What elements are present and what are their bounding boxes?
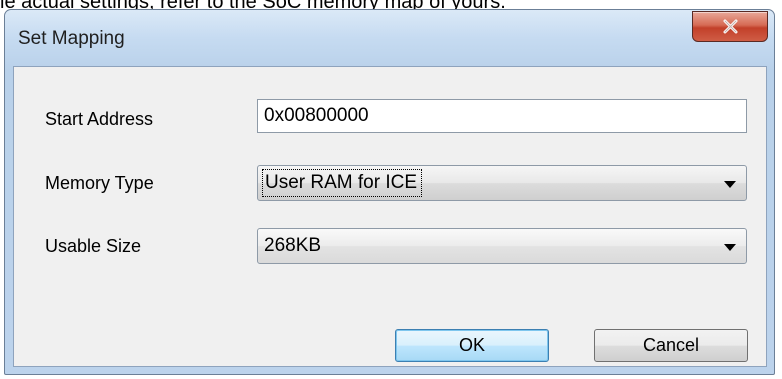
chevron-down-icon [724,181,736,188]
usable-size-value: 268KB [264,235,322,256]
memory-type-select[interactable]: User RAM for ICE [257,165,747,201]
dialog-title: Set Mapping [18,28,125,49]
ok-button[interactable]: OK [395,329,549,362]
chevron-down-icon [724,244,736,251]
start-address-value: 0x00800000 [264,105,369,126]
dialog-client-area: Start Address 0x00800000 Memory Type Use… [13,66,767,367]
start-address-input[interactable]: 0x00800000 [257,99,747,133]
usable-size-select[interactable]: 268KB [257,228,747,264]
title-bar[interactable]: Set Mapping [5,10,774,66]
start-address-label: Start Address [45,109,154,129]
set-mapping-dialog: Set Mapping Start Address 0x00800000 Mem… [4,9,775,375]
close-button[interactable] [692,11,768,42]
close-icon [723,19,738,34]
memory-type-label: Memory Type [45,173,154,193]
cancel-button[interactable]: Cancel [594,329,748,362]
memory-type-value: User RAM for ICE [262,169,423,197]
usable-size-label: Usable Size [45,236,142,256]
